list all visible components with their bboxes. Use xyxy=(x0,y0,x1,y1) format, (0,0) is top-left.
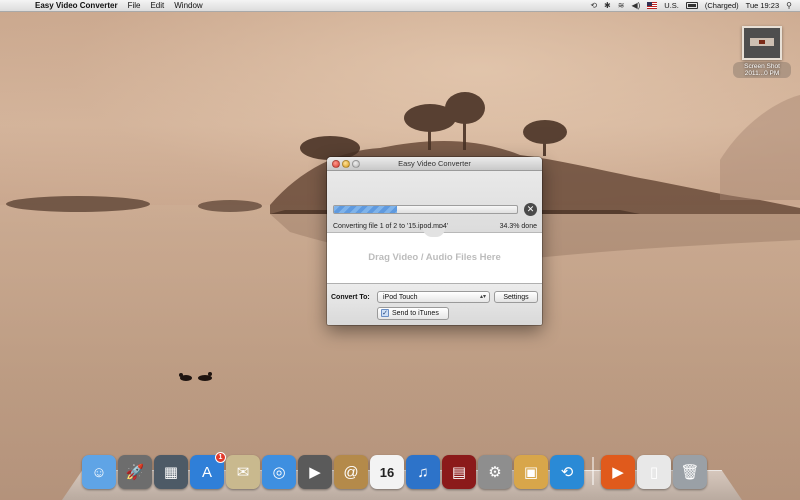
launchpad-icon[interactable]: 🚀 xyxy=(118,455,152,489)
spotlight-search-icon[interactable]: ⚲ xyxy=(786,1,792,10)
us-flag-icon[interactable] xyxy=(647,2,658,9)
safari-icon[interactable]: ◎ xyxy=(262,455,296,489)
dock: ☺ 🚀 ▦ A 1 ✉ ◎ ▶ @16 ♫ ▤ ⚙ ▣ ⟲ ▶ ▯ 🗑 xyxy=(82,452,708,489)
ducks xyxy=(179,372,212,381)
settings-button[interactable]: Settings xyxy=(494,291,538,303)
trash-icon[interactable]: 🗑 xyxy=(673,455,707,489)
mail-stamp-icon[interactable]: ✉ xyxy=(226,455,260,489)
address-book-icon[interactable]: @ xyxy=(334,455,368,489)
convert-to-label: Convert To: xyxy=(331,294,370,301)
input-source-label[interactable]: U.S. xyxy=(664,1,679,10)
mission-control-icon[interactable]: ▦ xyxy=(154,455,188,489)
menu-edit[interactable]: Edit xyxy=(145,0,169,12)
desktop-file-label: Screen Shot 2011...0 PM xyxy=(733,62,791,78)
menu-window[interactable]: Window xyxy=(169,0,207,12)
conversion-controls: Convert To: iPod Touch ▴▾ Settings ✓ Send… xyxy=(327,283,542,325)
desktop-file-screenshot[interactable]: Screen Shot 2011...0 PM xyxy=(733,26,791,78)
app-store-icon[interactable]: A1 xyxy=(190,452,226,489)
time-machine-status-icon[interactable]: ⟲ xyxy=(590,1,597,10)
cancel-conversion-icon[interactable]: ✕ xyxy=(524,203,537,216)
conversion-progress-bar xyxy=(333,205,518,214)
progress-panel: ✕ Converting file 1 of 2 to '15.ipod.mp4… xyxy=(327,171,542,233)
app-store-update-badge: 1 xyxy=(215,452,226,463)
menu-file[interactable]: File xyxy=(123,0,146,12)
minimize-window-button[interactable] xyxy=(342,160,350,168)
conversion-percent-text: 34.3% done xyxy=(499,223,537,230)
send-to-itunes-label: Send to iTunes xyxy=(392,310,439,317)
zoom-window-button[interactable] xyxy=(352,160,360,168)
volume-icon[interactable]: ◀) xyxy=(631,1,640,10)
close-window-button[interactable] xyxy=(332,160,340,168)
facetime-icon[interactable]: ▶ xyxy=(298,455,332,489)
finder-icon[interactable]: ☺ xyxy=(82,455,116,489)
itunes-icon[interactable]: ♫ xyxy=(406,455,440,489)
ical-icon[interactable]: 16 xyxy=(370,455,404,489)
menu-app-name[interactable]: Easy Video Converter xyxy=(30,0,123,12)
select-arrows-icon: ▴▾ xyxy=(479,294,486,300)
battery-icon[interactable] xyxy=(685,2,698,9)
drop-zone-text: Drag Video / Audio Files Here xyxy=(368,252,501,263)
checkbox-checkmark-icon[interactable]: ✓ xyxy=(381,309,389,318)
dock-separator xyxy=(592,457,594,485)
window-titlebar[interactable]: Easy Video Converter xyxy=(327,157,542,171)
format-select-value: iPod Touch xyxy=(383,294,418,301)
distant-hill xyxy=(720,95,800,200)
wifi-icon[interactable]: ≋ xyxy=(618,1,625,10)
file-drop-zone[interactable]: Drag Video / Audio Files Here xyxy=(327,228,542,283)
bluetooth-icon[interactable]: ✱ xyxy=(604,1,611,10)
photo-booth-icon[interactable]: ▤ xyxy=(442,455,476,489)
menu-bar: Easy Video Converter File Edit Window ⟲ … xyxy=(0,0,800,12)
easy-video-converter-window: Easy Video Converter ✕ Converting file 1… xyxy=(327,157,542,325)
progress-bar-fill xyxy=(334,206,397,213)
preview-document-icon[interactable]: ▯ xyxy=(637,455,671,489)
output-format-select[interactable]: iPod Touch ▴▾ xyxy=(377,291,490,303)
rock-left xyxy=(6,196,150,212)
iphoto-icon[interactable]: ▣ xyxy=(514,455,548,489)
clock[interactable]: Tue 19:23 xyxy=(746,1,780,10)
send-to-itunes-checkbox[interactable]: ✓ Send to iTunes xyxy=(377,307,449,320)
system-preferences-icon[interactable]: ⚙ xyxy=(478,455,512,489)
rock-middle xyxy=(198,200,262,212)
battery-status[interactable]: (Charged) xyxy=(705,1,739,10)
screenshot-thumbnail xyxy=(742,26,782,60)
status-area: ⟲ ✱ ≋ ◀) U.S. (Charged) Tue 19:23 ⚲ xyxy=(590,1,800,10)
time-machine-icon[interactable]: ⟲ xyxy=(550,455,584,489)
easy-video-converter-icon[interactable]: ▶ xyxy=(601,455,635,489)
